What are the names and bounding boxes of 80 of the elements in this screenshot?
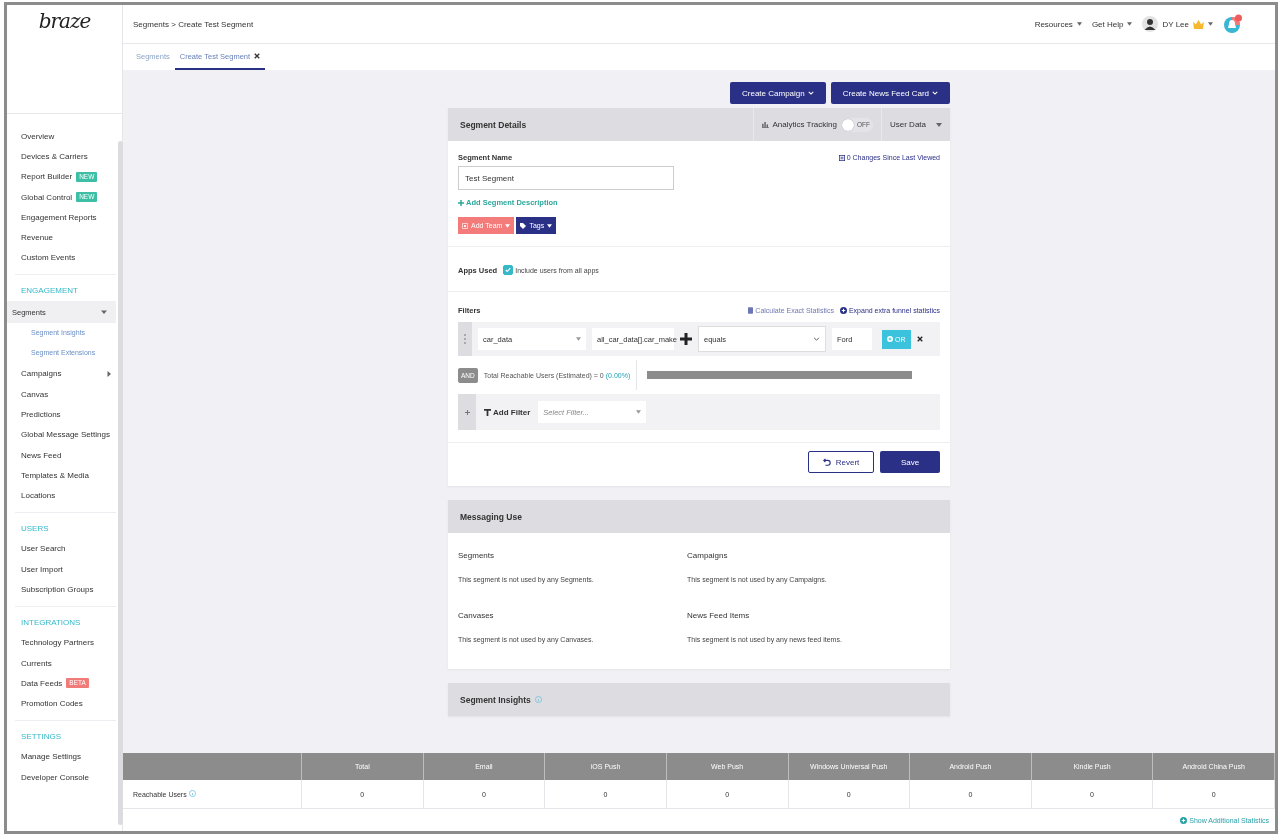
save-button[interactable]: Save <box>880 451 940 473</box>
group-title: Segments <box>458 551 495 560</box>
chevron-right-icon[interactable] <box>106 370 112 377</box>
plus-icon[interactable] <box>680 333 692 345</box>
nav-item[interactable]: News Feed <box>7 444 116 466</box>
segment-name-field[interactable]: Test Segment <box>458 166 674 190</box>
nav-item[interactable]: User Search <box>7 538 116 560</box>
nav-item[interactable]: User Import <box>7 559 116 580</box>
caret-icon <box>547 223 553 228</box>
nav-item[interactable]: Technology Partners <box>7 632 116 653</box>
dropdown-button[interactable]: Create Campaign <box>730 82 826 104</box>
add-handle[interactable] <box>458 394 476 430</box>
card-title: Messaging Use <box>460 511 522 522</box>
header-menu[interactable]: Resources <box>1034 19 1073 29</box>
nav-item[interactable]: Templates & Media <box>7 465 116 486</box>
close-icon[interactable] <box>254 53 261 59</box>
nav-item[interactable]: Developer Console <box>7 767 116 788</box>
avatar-icon[interactable] <box>1142 16 1159 32</box>
drag-handle[interactable] <box>458 322 472 356</box>
nav-item[interactable]: Devices & Carriers <box>7 146 116 167</box>
dropdown-button[interactable]: Create News Feed Card <box>830 82 950 104</box>
revert-button[interactable]: Revert <box>808 451 874 473</box>
section-heading: SETTINGS <box>20 730 62 743</box>
plus-icon <box>464 409 470 415</box>
add-filter-label: Add Filter <box>493 407 531 417</box>
chevron-down-icon <box>813 337 820 341</box>
user-data-dropdown[interactable]: User Data <box>890 120 926 129</box>
checkbox[interactable] <box>503 265 514 275</box>
group-title: Campaigns <box>687 551 728 560</box>
user-name[interactable]: DY Lee <box>1162 19 1189 29</box>
caret-icon <box>636 410 642 414</box>
crown-icon <box>1193 19 1204 29</box>
nav-item[interactable]: Manage Settings <box>7 746 116 768</box>
caret-icon[interactable] <box>936 122 942 127</box>
plus-circle-icon <box>839 307 847 314</box>
nav-item[interactable]: Engagement Reports <box>7 207 116 228</box>
caret-icon[interactable] <box>1208 22 1213 26</box>
nav-item[interactable]: Revenue <box>7 227 116 248</box>
nav-item[interactable]: Overview <box>7 126 116 147</box>
caret-icon[interactable] <box>1076 22 1082 26</box>
section-heading: USERS <box>20 522 50 535</box>
brand-logo[interactable]: braze <box>38 9 91 33</box>
list-icon <box>838 154 845 161</box>
close-icon[interactable] <box>916 336 923 342</box>
scrollbar[interactable] <box>118 141 123 825</box>
nav-item[interactable]: Predictions <box>7 404 116 425</box>
chevron-down-icon[interactable] <box>101 309 107 316</box>
section-heading: INTEGRATIONS <box>20 616 82 629</box>
calculator-icon <box>748 307 754 314</box>
nav-item[interactable]: Currents <box>7 652 116 674</box>
bar-chart-icon <box>761 121 769 128</box>
breadcrumb: Segments > Create Test Segment <box>133 19 254 29</box>
nav-item[interactable]: Campaigns <box>7 363 116 384</box>
caret-icon[interactable] <box>1127 22 1133 26</box>
check-icon <box>505 267 512 273</box>
nav-item[interactable]: Locations <box>7 485 116 506</box>
analytics-label: Analytics Tracking <box>772 120 837 129</box>
nav-item[interactable]: Promotion Codes <box>7 693 116 714</box>
caret-icon <box>576 337 581 341</box>
tag-icon <box>520 222 527 229</box>
notification-icon[interactable] <box>1223 14 1243 34</box>
nav-item[interactable]: Canvas <box>7 383 116 405</box>
card-title: Segment Insights <box>460 694 531 705</box>
card-title: Segment Details <box>460 119 527 130</box>
group-title: Canvases <box>458 611 494 620</box>
plus-icon <box>458 199 464 206</box>
chevron-down-icon <box>807 91 814 95</box>
nav-item[interactable]: Custom Events <box>7 247 116 269</box>
caret-icon <box>505 223 511 228</box>
header-menu[interactable]: Get Help <box>1091 19 1124 29</box>
plus-circle-icon <box>1180 816 1188 824</box>
team-icon <box>462 222 468 229</box>
undo-icon <box>822 458 831 466</box>
chevron-down-icon <box>932 91 938 95</box>
nav-item[interactable]: Subscription Groups <box>7 579 116 600</box>
group-title: News Feed Items <box>687 611 750 620</box>
filter-icon <box>484 408 491 416</box>
section-heading: ENGAGEMENT <box>20 285 79 298</box>
nav-item[interactable]: Global Message Settings <box>7 424 116 445</box>
plus-circle-icon <box>887 336 893 342</box>
